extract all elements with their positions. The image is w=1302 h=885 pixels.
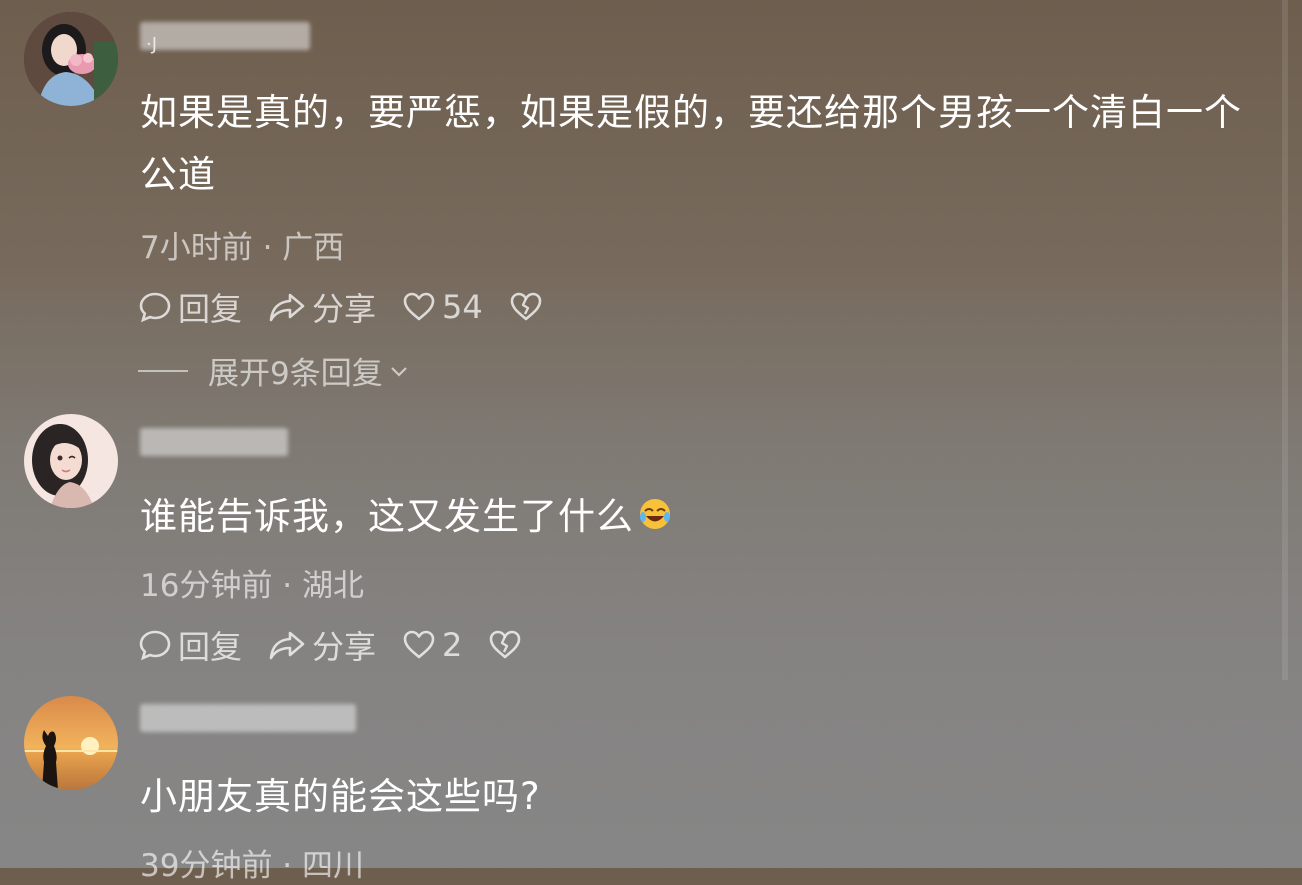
like-button[interactable]: 2: [402, 626, 462, 664]
heart-icon: [403, 292, 435, 321]
share-button[interactable]: 分享: [268, 284, 376, 330]
reply-button[interactable]: 回复: [138, 622, 242, 668]
username-mark: ·J: [146, 34, 158, 55]
comment-bubble-icon: [139, 630, 171, 661]
username-redacted[interactable]: [140, 22, 310, 50]
username-redacted[interactable]: [140, 428, 288, 456]
broken-heart-icon: [510, 292, 542, 321]
share-label: 分享: [312, 290, 377, 328]
comment-actions: 回复 分享 54: [138, 284, 575, 330]
reply-label: 回复: [178, 290, 243, 328]
divider-line: [138, 369, 188, 372]
like-count: 2: [442, 626, 463, 664]
reply-button[interactable]: 回复: [138, 284, 242, 330]
broken-heart-icon: [490, 630, 521, 659]
expand-replies-button[interactable]: 展开9条回复: [138, 348, 411, 393]
username-redacted[interactable]: [140, 704, 356, 732]
comment-text: 谁能告诉我，这又发生了什么: [140, 486, 1270, 550]
comment-actions: 回复 分享 2: [138, 622, 554, 668]
comment-meta: 16分钟前 · 湖北: [140, 568, 365, 604]
comment-meta: 39分钟前 · 四川: [140, 848, 365, 884]
share-label: 分享: [312, 628, 377, 666]
share-button[interactable]: 分享: [268, 622, 376, 668]
dislike-button[interactable]: [488, 628, 528, 662]
expand-replies-label: 展开9条回复: [208, 356, 383, 392]
comment-bubble-icon: [139, 292, 171, 323]
avatar[interactable]: [24, 696, 118, 790]
comment-meta: 7小时前 · 广西: [140, 230, 345, 266]
laughing-tears-emoji: [638, 488, 672, 550]
like-button[interactable]: 54: [402, 288, 483, 326]
reply-label: 回复: [178, 628, 243, 666]
avatar[interactable]: [24, 12, 118, 106]
chevron-down-icon: [390, 366, 407, 377]
dislike-button[interactable]: [509, 290, 549, 324]
scrollbar[interactable]: [1282, 0, 1288, 680]
like-count: 54: [442, 288, 483, 326]
comment-text: 小朋友真的能会这些吗?: [140, 775, 541, 818]
share-arrow-icon: [269, 631, 305, 660]
avatar[interactable]: [24, 414, 118, 508]
comment-text-content: 谁能告诉我，这又发生了什么: [140, 495, 634, 538]
heart-icon: [403, 630, 435, 659]
comment-text: 如果是真的，要严惩，如果是假的，要还给那个男孩一个清白一个公道: [140, 91, 1242, 196]
share-arrow-icon: [269, 293, 305, 322]
